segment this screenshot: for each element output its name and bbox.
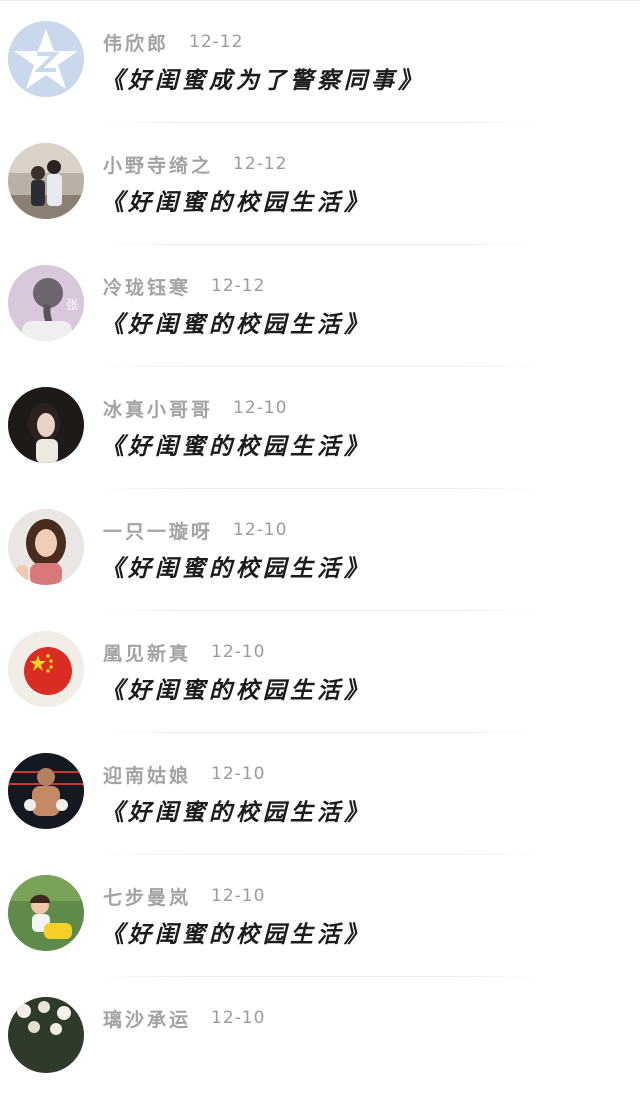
avatar[interactable] [8, 753, 84, 829]
comment-date: 12-12 [189, 32, 244, 52]
girl-portrait-photo [8, 387, 84, 463]
svg-text:张: 张 [66, 298, 78, 312]
braid-hair-photo: 张 [8, 265, 84, 341]
list-item[interactable]: 一只一璇呀 12-10 《好闺蜜的校园生活》 [0, 489, 640, 611]
china-flag-badge [8, 631, 84, 707]
user-name[interactable]: 一只一璇呀 [103, 517, 213, 544]
user-name[interactable]: 迎南姑娘 [103, 761, 191, 788]
comment-meta: 小野寺绮之 12-12 [103, 151, 287, 177]
comment-text: 《好闺蜜的校园生活》 [101, 921, 371, 948]
comment-text: 《好闺蜜的校园生活》 [101, 555, 371, 582]
comment-date: 12-10 [211, 642, 266, 662]
comment-text: 《好闺蜜成为了警察同事》 [101, 67, 425, 94]
list-item[interactable]: 小野寺绮之 12-12 《好闺蜜的校园生活》 [0, 123, 640, 245]
list-item[interactable]: 七步曼岚 12-10 《好闺蜜的校园生活》 [0, 855, 640, 977]
avatar[interactable] [8, 631, 84, 707]
floral-photo [8, 997, 84, 1073]
comment-date: 12-10 [233, 520, 288, 540]
qq-default-avatar-icon [8, 21, 84, 97]
comment-text: 《好闺蜜的校园生活》 [101, 433, 371, 460]
list-item[interactable]: 凰见新真 12-10 《好闺蜜的校园生活》 [0, 611, 640, 733]
avatar[interactable] [8, 997, 84, 1073]
list-item[interactable]: 璃沙承运 12-10 [0, 977, 640, 1099]
user-name[interactable]: 七步曼岚 [103, 883, 191, 910]
comment-text: 《好闺蜜的校园生活》 [101, 677, 371, 704]
user-name[interactable]: 伟欣郎 [103, 29, 169, 56]
comment-meta: 伟欣郎 12-12 [103, 29, 243, 55]
user-name[interactable]: 璃沙承运 [103, 1005, 191, 1032]
avatar[interactable] [8, 509, 84, 585]
avatar[interactable] [8, 387, 84, 463]
comment-meta: 七步曼岚 12-10 [103, 883, 265, 909]
comment-date: 12-10 [211, 1008, 266, 1028]
comment-date: 12-12 [211, 276, 266, 296]
user-name[interactable]: 冷珑钰寒 [103, 273, 191, 300]
list-item[interactable]: 冰真小哥哥 12-10 《好闺蜜的校园生活》 [0, 367, 640, 489]
comment-meta: 璃沙承运 12-10 [103, 1005, 265, 1031]
comment-meta: 冷珑钰寒 12-12 [103, 273, 265, 299]
boxer-photo [8, 753, 84, 829]
comment-meta: 迎南姑娘 12-10 [103, 761, 265, 787]
smiling-girl-photo [8, 509, 84, 585]
comment-list: 伟欣郎 12-12 《好闺蜜成为了警察同事》 小野寺绮之 12-12 《好闺蜜的… [0, 0, 640, 1073]
comment-meta: 一只一璇呀 12-10 [103, 517, 287, 543]
comment-meta: 凰见新真 12-10 [103, 639, 265, 665]
comment-text: 《好闺蜜的校园生活》 [101, 799, 371, 826]
couple-photo [8, 143, 84, 219]
child-photo [8, 875, 84, 951]
user-name[interactable]: 冰真小哥哥 [103, 395, 213, 422]
comment-date: 12-10 [233, 398, 288, 418]
comment-date: 12-12 [233, 154, 288, 174]
list-item[interactable]: 张 冷珑钰寒 12-12 《好闺蜜的校园生活》 [0, 245, 640, 367]
comment-text: 《好闺蜜的校园生活》 [101, 189, 371, 216]
user-name[interactable]: 小野寺绮之 [103, 151, 213, 178]
comment-date: 12-10 [211, 886, 266, 906]
user-name[interactable]: 凰见新真 [103, 639, 191, 666]
avatar[interactable]: 张 [8, 265, 84, 341]
list-item[interactable]: 伟欣郎 12-12 《好闺蜜成为了警察同事》 [0, 1, 640, 123]
comment-text: 《好闺蜜的校园生活》 [101, 311, 371, 338]
avatar[interactable] [8, 143, 84, 219]
comment-meta: 冰真小哥哥 12-10 [103, 395, 287, 421]
comment-date: 12-10 [211, 764, 266, 784]
avatar[interactable] [8, 875, 84, 951]
avatar[interactable] [8, 21, 84, 97]
list-item[interactable]: 迎南姑娘 12-10 《好闺蜜的校园生活》 [0, 733, 640, 855]
